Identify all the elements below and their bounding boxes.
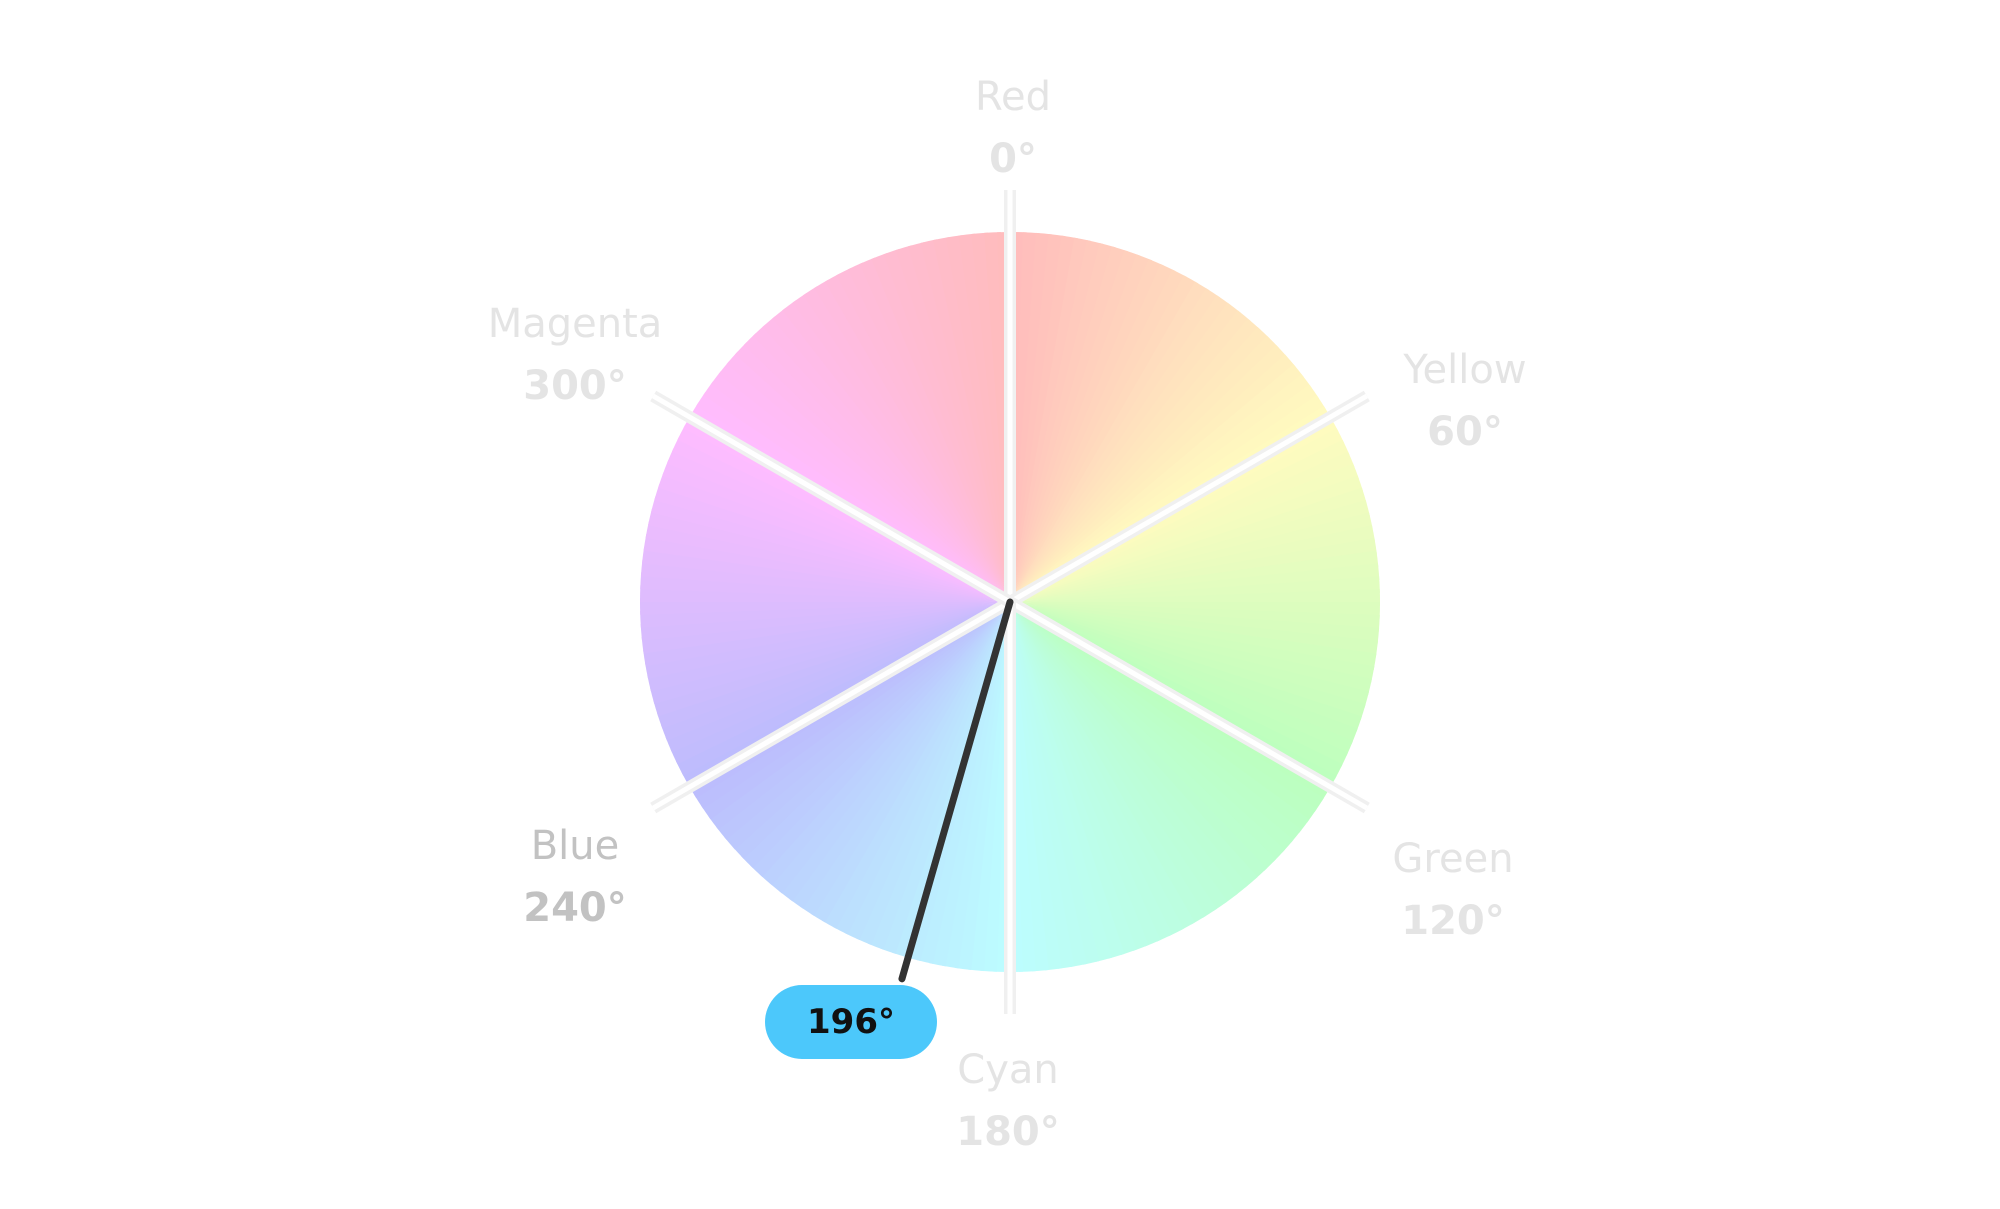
hue-wheel-diagram: Red 0° Yellow 60° Green 120° Cyan 180° B…: [0, 0, 2000, 1209]
hue-name-green: Green: [1392, 836, 1514, 882]
hue-degrees-red: 0°: [989, 136, 1037, 182]
hue-name-magenta: Magenta: [487, 301, 663, 347]
hue-degrees-yellow: 60°: [1427, 409, 1503, 455]
hue-degrees-magenta: 300°: [523, 363, 627, 409]
hue-degrees-green: 120°: [1401, 898, 1505, 944]
hue-label-blue: Blue 240°: [455, 826, 695, 928]
hue-name-cyan: Cyan: [957, 1047, 1059, 1093]
hue-label-green: Green 120°: [1333, 839, 1573, 941]
hue-label-cyan: Cyan 180°: [888, 1050, 1128, 1152]
hue-label-magenta: Magenta 300°: [455, 304, 695, 406]
hue-degrees-blue: 240°: [523, 885, 627, 931]
hue-name-yellow: Yellow: [1403, 347, 1527, 393]
hue-value-badge[interactable]: 196°: [765, 985, 937, 1059]
hue-degrees-cyan: 180°: [956, 1109, 1060, 1155]
hue-name-red: Red: [975, 74, 1051, 120]
hue-label-red: Red 0°: [893, 77, 1133, 179]
hue-label-yellow: Yellow 60°: [1345, 350, 1585, 452]
hue-value-label: 196°: [807, 1002, 895, 1042]
hue-name-blue: Blue: [530, 823, 620, 869]
